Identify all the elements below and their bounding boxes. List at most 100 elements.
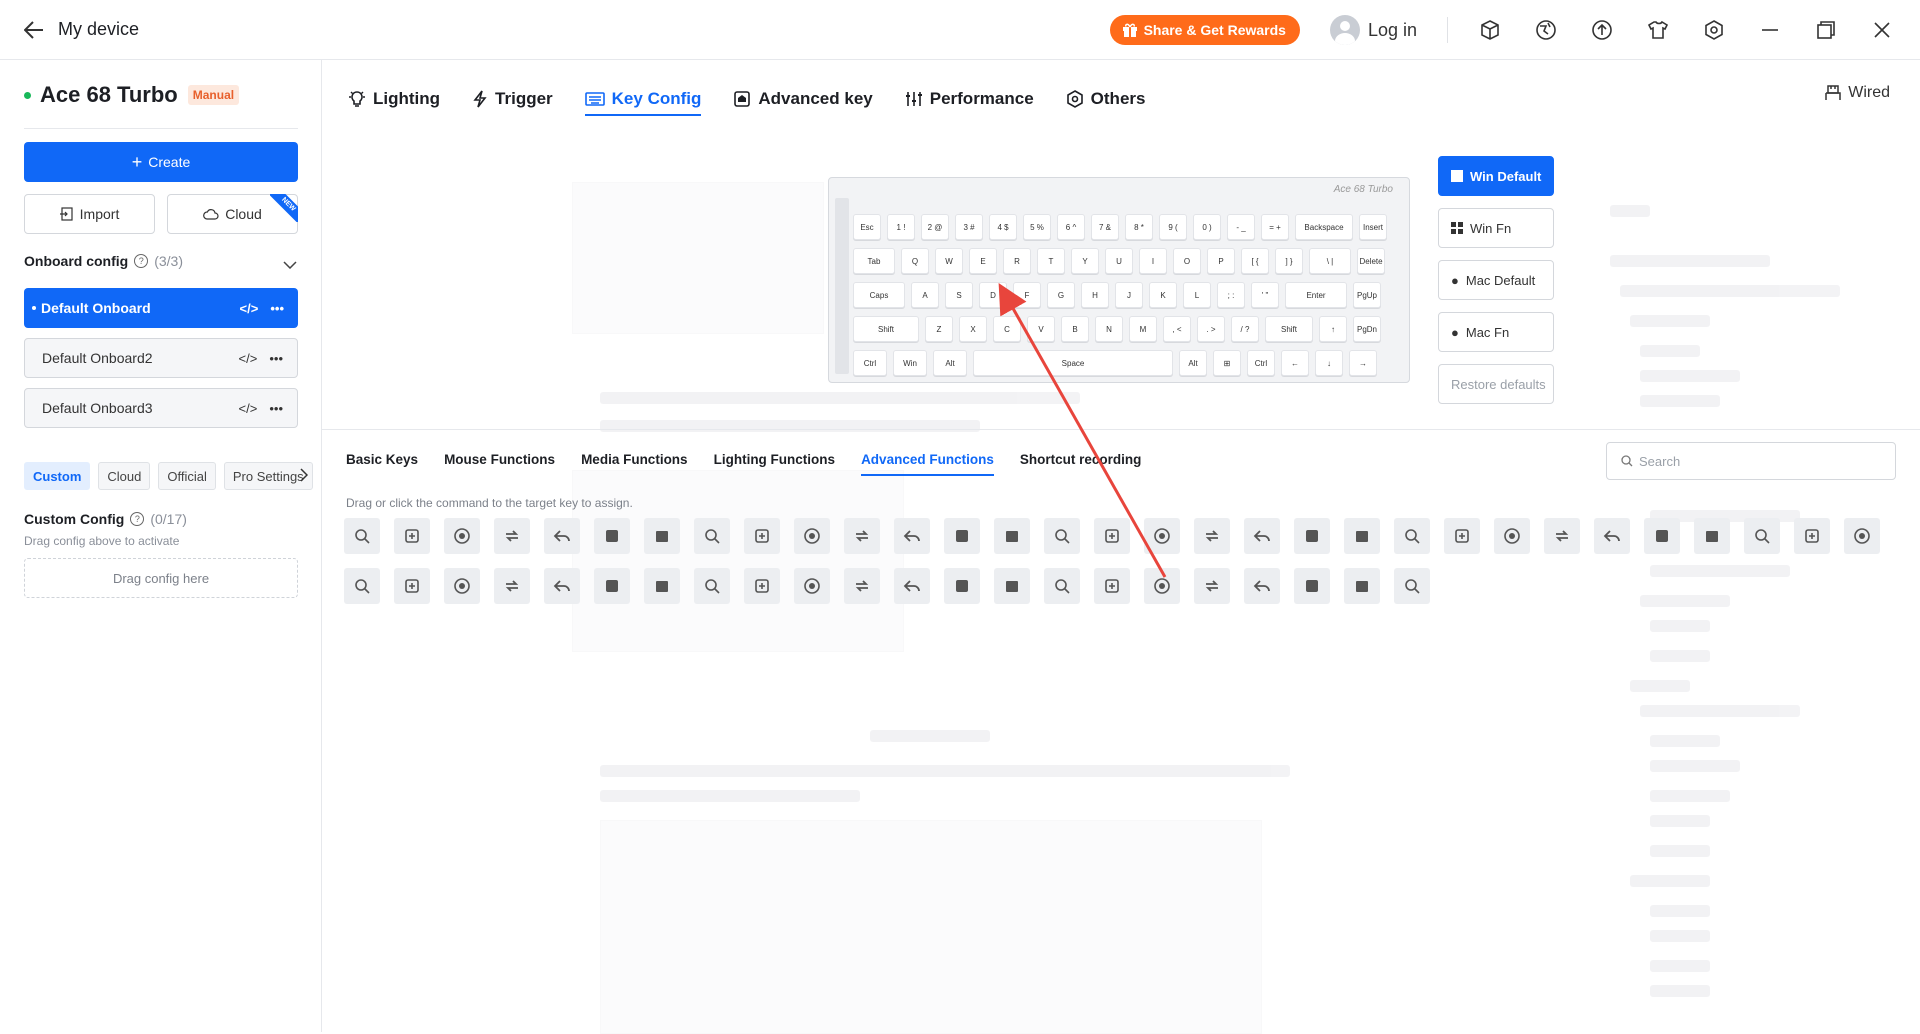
key[interactable]: ; : (1217, 282, 1245, 308)
emoji-icon[interactable] (344, 568, 380, 604)
key[interactable]: T (1037, 248, 1065, 274)
key[interactable]: Ctrl (1247, 350, 1275, 376)
cube-icon[interactable] (1344, 518, 1380, 554)
win-default-button[interactable]: Win Default (1438, 156, 1554, 196)
tab-advanced-key[interactable]: Advanced key (733, 84, 873, 114)
tab-advanced-functions[interactable]: Advanced Functions (861, 452, 994, 476)
key[interactable]: / ? (1231, 316, 1259, 342)
onboard-item[interactable]: Default Onboard </> ••• (24, 288, 298, 328)
menu-icon[interactable] (394, 568, 430, 604)
key[interactable]: J (1115, 282, 1143, 308)
form-icon[interactable] (1594, 518, 1630, 554)
help-icon[interactable]: ? (134, 254, 149, 268)
key[interactable]: M (1129, 316, 1157, 342)
tab-mouse-functions[interactable]: Mouse Functions (444, 452, 555, 476)
presentation-icon[interactable] (1444, 518, 1480, 554)
browser-icon[interactable] (594, 568, 630, 604)
dock-icon[interactable] (444, 568, 480, 604)
tab-basic-keys[interactable]: Basic Keys (346, 452, 418, 476)
key[interactable]: Alt (1179, 350, 1207, 376)
key[interactable]: Enter (1285, 282, 1347, 308)
key[interactable]: W (935, 248, 963, 274)
disable-icon[interactable] (1194, 568, 1230, 604)
tab-shortcut-recording[interactable]: Shortcut recording (1020, 452, 1142, 476)
key[interactable]: ↓ (1315, 350, 1343, 376)
key[interactable]: 7 & (1091, 214, 1119, 240)
more-icon[interactable]: ••• (269, 401, 283, 416)
tab-lighting-functions[interactable]: Lighting Functions (714, 452, 835, 476)
window-icon[interactable] (744, 568, 780, 604)
key[interactable]: V (1027, 316, 1055, 342)
cut-icon[interactable] (744, 518, 780, 554)
key[interactable]: \ | (1309, 248, 1351, 274)
tab-trigger[interactable]: Trigger (472, 84, 553, 114)
upload-icon[interactable] (1574, 0, 1630, 60)
checkbox-icon[interactable] (594, 518, 630, 554)
key[interactable]: ⊞ (1213, 350, 1241, 376)
zoom-in-icon[interactable] (394, 518, 430, 554)
key[interactable]: Space (973, 350, 1173, 376)
import-button[interactable]: Import (24, 194, 155, 234)
key[interactable]: 2 @ (921, 214, 949, 240)
list-icon[interactable] (894, 568, 930, 604)
brightness-high-icon[interactable] (994, 568, 1030, 604)
key[interactable]: 8 * (1125, 214, 1153, 240)
search-input[interactable]: Search (1606, 442, 1896, 480)
tab-others[interactable]: Others (1066, 84, 1145, 114)
key[interactable]: = + (1261, 214, 1289, 240)
key[interactable]: 9 ( (1159, 214, 1187, 240)
shield-icon[interactable] (844, 568, 880, 604)
key[interactable]: 3 # (955, 214, 983, 240)
key[interactable]: N (1095, 316, 1123, 342)
key[interactable]: ← (1281, 350, 1309, 376)
upload-icon[interactable] (794, 568, 830, 604)
key[interactable]: [ { (1241, 248, 1269, 274)
key[interactable]: X (959, 316, 987, 342)
key[interactable]: PgDn (1353, 316, 1381, 342)
mac-default-button[interactable]: ● Mac Default (1438, 260, 1554, 300)
key[interactable]: 5 % (1023, 214, 1051, 240)
win-fn-button[interactable]: Win Fn (1438, 208, 1554, 248)
key[interactable]: ] } (1275, 248, 1303, 274)
badge-icon[interactable] (1544, 518, 1580, 554)
key[interactable]: D (979, 282, 1007, 308)
key[interactable]: H (1081, 282, 1109, 308)
book-icon[interactable] (1244, 518, 1280, 554)
key[interactable]: Q (901, 248, 929, 274)
minimize-icon[interactable] (494, 568, 530, 604)
sync-icon[interactable] (1294, 518, 1330, 554)
language-icon[interactable] (1518, 0, 1574, 60)
code-icon[interactable]: </> (240, 301, 259, 316)
key[interactable]: 4 $ (989, 214, 1017, 240)
key[interactable]: Shift (853, 316, 919, 342)
mail-icon[interactable] (694, 568, 730, 604)
key[interactable]: Delete (1357, 248, 1385, 274)
undo-icon[interactable] (544, 518, 580, 554)
key[interactable]: S (945, 282, 973, 308)
restore-defaults-button[interactable]: Restore defaults (1438, 364, 1554, 404)
login-button[interactable]: Log in (1329, 15, 1417, 45)
key[interactable]: P (1207, 248, 1235, 274)
magnifier-icon[interactable] (1044, 568, 1080, 604)
tab-custom[interactable]: Custom (24, 462, 91, 490)
key[interactable]: K (1149, 282, 1177, 308)
box-icon[interactable] (1462, 0, 1518, 60)
more-icon[interactable]: ••• (269, 351, 283, 366)
skin-tshirt-icon[interactable] (1630, 0, 1686, 60)
key[interactable]: E (969, 248, 997, 274)
save-icon[interactable] (844, 518, 880, 554)
document-icon[interactable] (694, 518, 730, 554)
key[interactable]: U (1105, 248, 1133, 274)
key[interactable]: , < (1163, 316, 1191, 342)
key[interactable]: ' " (1251, 282, 1279, 308)
minimize-icon[interactable] (1742, 0, 1798, 60)
pie-icon[interactable] (794, 518, 830, 554)
key[interactable]: L (1183, 282, 1211, 308)
windows-icon[interactable] (1244, 568, 1280, 604)
code-icon[interactable]: </> (239, 401, 258, 416)
key[interactable]: Shift (1265, 316, 1313, 342)
add-window-icon[interactable] (944, 518, 980, 554)
key[interactable]: Y (1071, 248, 1099, 274)
key[interactable]: Caps (853, 282, 905, 308)
key[interactable]: Ctrl (853, 350, 887, 376)
